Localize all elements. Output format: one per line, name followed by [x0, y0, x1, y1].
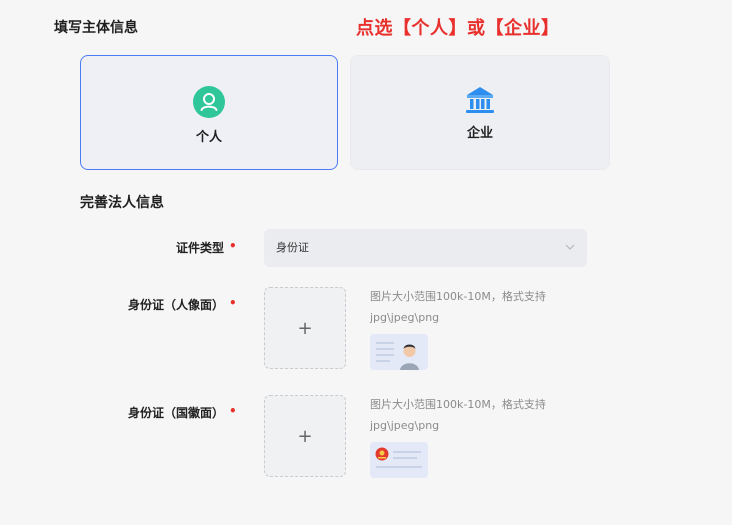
upload-note-line: jpg\jpeg\png: [370, 311, 440, 324]
id-type-select[interactable]: 身份证: [264, 229, 587, 267]
required-mark: •: [229, 239, 237, 253]
field-label-id-back: 身份证（国徽面）: [127, 406, 224, 420]
id-front-sample-image: [370, 334, 428, 370]
selection-hint: 点选【个人】或【企业】: [356, 18, 560, 39]
id-type-value: 身份证: [276, 241, 309, 254]
required-mark: •: [229, 404, 237, 418]
user-icon: [193, 86, 225, 118]
section-title-subject-info: 填写主体信息: [54, 20, 138, 36]
field-label-id-front: 身份证（人像面）: [127, 298, 224, 312]
id-emblem-sample-icon: [370, 442, 428, 478]
card-individual-label: 个人: [195, 130, 222, 145]
id-portrait-sample-icon: [370, 334, 428, 370]
upload-note-line: 图片大小范围100k-10M，格式支持: [370, 398, 546, 411]
card-enterprise[interactable]: 企业: [350, 55, 610, 170]
upload-note-line: jpg\jpeg\png: [370, 419, 440, 432]
card-individual[interactable]: 个人: [80, 55, 338, 170]
plus-icon: +: [297, 318, 313, 339]
bank-icon: [466, 87, 494, 113]
upload-note: 图片大小范围100k-10M，格式支持 jpg\jpeg\png: [370, 286, 570, 328]
card-enterprise-label: 企业: [466, 126, 493, 141]
chevron-down-icon: [565, 244, 575, 250]
required-mark: •: [229, 296, 237, 310]
upload-id-front[interactable]: +: [264, 287, 346, 369]
id-back-sample-image: [370, 442, 428, 478]
upload-note: 图片大小范围100k-10M，格式支持 jpg\jpeg\png: [370, 394, 570, 436]
section-title-legal-person-info: 完善法人信息: [80, 195, 164, 211]
upload-id-back[interactable]: +: [264, 395, 346, 477]
upload-note-line: 图片大小范围100k-10M，格式支持: [370, 290, 546, 303]
field-label-id-type: 证件类型: [175, 241, 224, 255]
plus-icon: +: [297, 426, 313, 447]
